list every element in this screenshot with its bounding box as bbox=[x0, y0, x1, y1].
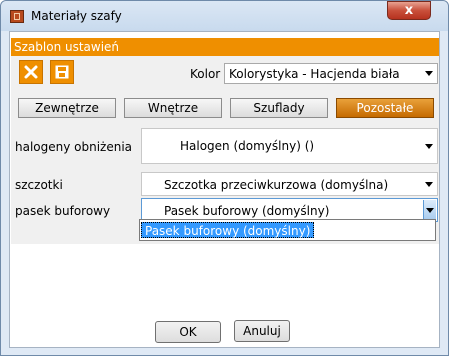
tab-zewnetrze[interactable]: Zewnętrze bbox=[18, 98, 116, 118]
dialog-window: Materiały szafy x Szablon ustawień Kolor bbox=[0, 0, 449, 356]
pasek-dropdown-list: Pasek buforowy (domyślny) bbox=[139, 219, 436, 241]
dropdown-option[interactable]: Pasek buforowy (domyślny) bbox=[141, 222, 315, 238]
client-area: Szablon ustawień Kolor Kolorystyka - Hac… bbox=[9, 31, 440, 348]
halogeny-select[interactable]: Halogen (domyślny) () bbox=[141, 128, 438, 164]
szczotki-value: Szczotka przeciwkurzowa (domyślna) bbox=[164, 178, 389, 192]
cancel-button[interactable]: Anuluj bbox=[234, 320, 290, 342]
pasek-value: Pasek buforowy (domyślny) bbox=[164, 204, 330, 218]
chevron-down-icon bbox=[425, 144, 433, 149]
chevron-down-icon bbox=[425, 71, 433, 76]
field-label-pasek: pasek buforowy bbox=[15, 204, 111, 218]
chevron-down-icon bbox=[425, 182, 433, 187]
title-bar[interactable]: Materiały szafy x bbox=[1, 1, 448, 31]
section-header: Szablon ustawień bbox=[11, 38, 439, 56]
dropdown-toggle[interactable] bbox=[423, 200, 436, 220]
delete-template-button[interactable] bbox=[19, 60, 43, 84]
halogeny-value: Halogen (domyślny) () bbox=[180, 139, 315, 153]
footer-divider bbox=[11, 312, 439, 313]
x-icon bbox=[24, 65, 38, 79]
field-label-szczotki: szczotki bbox=[15, 178, 63, 192]
kolor-label: Kolor bbox=[190, 67, 221, 81]
tab-szuflady[interactable]: Szuflady bbox=[230, 98, 328, 118]
chevron-down-icon bbox=[426, 208, 434, 213]
app-icon bbox=[10, 10, 24, 23]
szczotki-select[interactable]: Szczotka przeciwkurzowa (domyślna) bbox=[141, 172, 438, 196]
kolor-value: Kolorystyka - Hacjenda biała bbox=[229, 67, 400, 81]
floppy-icon bbox=[55, 65, 69, 79]
tab-bar: Zewnętrze Wnętrze Szuflady Pozostałe bbox=[11, 92, 439, 124]
section-title: Szablon ustawień bbox=[14, 40, 120, 54]
save-template-button[interactable] bbox=[50, 60, 74, 84]
tab-pozostale[interactable]: Pozostałe bbox=[336, 98, 434, 118]
tab-wnetrze[interactable]: Wnętrze bbox=[124, 98, 222, 118]
window-title: Materiały szafy bbox=[31, 9, 122, 23]
ok-button[interactable]: OK bbox=[155, 321, 221, 343]
close-button[interactable]: x bbox=[387, 1, 431, 20]
kolor-select[interactable]: Kolorystyka - Hacjenda biała bbox=[224, 63, 438, 84]
field-label-halogeny: halogeny obniżenia bbox=[15, 140, 133, 154]
